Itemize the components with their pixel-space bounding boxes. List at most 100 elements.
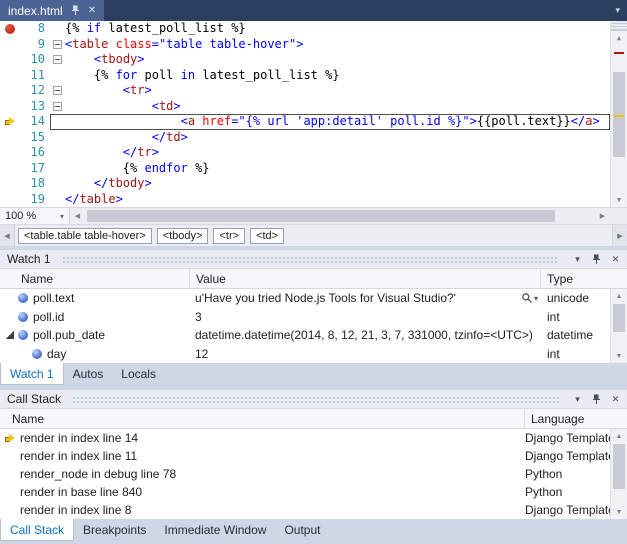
watch-row[interactable]: day12int <box>0 345 627 364</box>
callstack-tab-breakpoints[interactable]: Breakpoints <box>74 519 155 541</box>
document-list-chevron-icon[interactable]: ▾ <box>608 0 627 21</box>
code-line[interactable]: 12 <tr> <box>0 83 610 99</box>
window-menu-chevron-icon[interactable]: ▾ <box>570 254 585 265</box>
glyph-margin[interactable] <box>0 37 20 53</box>
watch-tab-watch-1[interactable]: Watch 1 <box>0 363 64 385</box>
scroll-down-icon[interactable]: ▼ <box>611 193 627 207</box>
close-icon[interactable]: ✕ <box>608 254 623 265</box>
glyph-margin[interactable] <box>0 21 20 37</box>
fold-margin[interactable] <box>50 161 65 177</box>
pin-icon[interactable] <box>589 394 604 405</box>
breadcrumb-item[interactable]: <tr> <box>213 228 245 244</box>
glyph-margin[interactable] <box>0 99 20 115</box>
breadcrumb-right-arrow-icon[interactable]: ▶ <box>612 225 627 246</box>
code-line[interactable]: 10 <tbody> <box>0 52 610 68</box>
fold-collapse-icon[interactable] <box>53 86 62 95</box>
zoom-dropdown-icon[interactable]: ▾ <box>60 212 64 221</box>
callstack-row[interactable]: render in index line 11Django Templates <box>0 447 627 465</box>
breadcrumb-left-arrow-icon[interactable]: ◀ <box>0 225 15 246</box>
scroll-up-icon[interactable]: ▲ <box>611 429 627 443</box>
watch-column-value[interactable]: Value <box>190 269 541 288</box>
callstack-column-language[interactable]: Language <box>525 409 627 428</box>
glyph-margin[interactable] <box>0 161 20 177</box>
glyph-margin[interactable] <box>0 130 20 146</box>
pin-icon[interactable] <box>589 254 604 265</box>
document-tab[interactable]: index.html ✕ <box>0 0 104 21</box>
fold-margin[interactable] <box>50 37 65 53</box>
glyph-margin[interactable] <box>0 192 20 208</box>
watch-tab-autos[interactable]: Autos <box>64 363 113 385</box>
code-editor[interactable]: 8{% if latest_poll_list %}9<table class=… <box>0 21 627 207</box>
splitter-grip[interactable] <box>611 21 627 31</box>
horizontal-scrollbar-thumb[interactable] <box>87 210 555 222</box>
fold-margin[interactable] <box>50 83 65 99</box>
editor-scrollbar-track[interactable] <box>611 45 627 193</box>
zoom-control[interactable]: 100 % ▾ <box>0 208 70 224</box>
code-line[interactable]: 16 </tr> <box>0 145 610 161</box>
fold-collapse-icon[interactable] <box>53 40 62 49</box>
watch-scrollbar[interactable]: ▲ ▼ <box>610 289 627 363</box>
watch-row[interactable]: poll.id3int <box>0 308 627 327</box>
fold-margin[interactable] <box>50 99 65 115</box>
watch-column-type[interactable]: Type <box>541 269 627 288</box>
fold-margin[interactable] <box>50 52 65 68</box>
close-icon[interactable]: ✕ <box>608 394 623 405</box>
editor-vertical-scrollbar[interactable]: ▲ ▼ <box>610 21 627 207</box>
scroll-left-icon[interactable]: ◀ <box>70 208 85 224</box>
glyph-margin[interactable] <box>0 83 20 99</box>
callstack-scrollbar[interactable]: ▲ ▼ <box>610 429 627 519</box>
breadcrumb-item[interactable]: <td> <box>250 228 284 244</box>
callstack-title-bar[interactable]: Call Stack ▾ ✕ <box>0 390 627 409</box>
glyph-margin[interactable] <box>0 145 20 161</box>
callstack-column-name[interactable]: Name <box>0 409 525 428</box>
callstack-row[interactable]: render in index line 14Django Templates <box>0 429 627 447</box>
callstack-tab-call-stack[interactable]: Call Stack <box>0 519 74 541</box>
callstack-scrollbar-thumb[interactable] <box>613 444 625 489</box>
visualizer-dropdown-icon[interactable]: ▾ <box>534 294 538 303</box>
fold-margin[interactable] <box>50 192 65 208</box>
glyph-margin[interactable] <box>0 114 20 130</box>
code-line[interactable]: 15 </td> <box>0 130 610 146</box>
close-icon[interactable]: ✕ <box>88 5 96 16</box>
fold-collapse-icon[interactable] <box>53 102 62 111</box>
glyph-margin[interactable] <box>0 68 20 84</box>
callstack-tab-output[interactable]: Output <box>275 519 329 541</box>
pin-icon[interactable] <box>70 5 81 16</box>
watch-row[interactable]: poll.pub_datedatetime.datetime(2014, 8, … <box>0 326 627 345</box>
fold-margin[interactable] <box>50 145 65 161</box>
code-line[interactable]: 13 <td> <box>0 99 610 115</box>
breadcrumb-item[interactable]: <tbody> <box>157 228 209 244</box>
expander-icon[interactable] <box>4 331 16 339</box>
fold-margin[interactable] <box>50 130 65 146</box>
callstack-tab-immediate-window[interactable]: Immediate Window <box>155 519 275 541</box>
code-line[interactable]: 14 <a href="{% url 'app:detail' poll.id … <box>0 114 610 130</box>
fold-margin[interactable] <box>50 68 65 84</box>
code-line[interactable]: 17 {% endfor %} <box>0 161 610 177</box>
callstack-row[interactable]: render_node in debug line 78Python <box>0 465 627 483</box>
breadcrumb-item[interactable]: <table.table table-hover> <box>18 228 152 244</box>
fold-margin[interactable] <box>50 176 65 192</box>
breakpoint-icon[interactable] <box>5 24 15 34</box>
code-line[interactable]: 8{% if latest_poll_list %} <box>0 21 610 37</box>
magnifier-icon[interactable] <box>521 292 533 304</box>
watch-title-bar[interactable]: Watch 1 ▾ ✕ <box>0 250 627 269</box>
fold-margin[interactable] <box>50 114 65 130</box>
watch-row[interactable]: poll.textu'Have you tried Node.js Tools … <box>0 289 627 308</box>
callstack-row[interactable]: render in base line 840Python <box>0 483 627 501</box>
scroll-down-icon[interactable]: ▼ <box>611 505 627 519</box>
scroll-up-icon[interactable]: ▲ <box>611 289 627 303</box>
window-menu-chevron-icon[interactable]: ▾ <box>570 394 585 405</box>
watch-scrollbar-thumb[interactable] <box>613 304 625 333</box>
editor-horizontal-scrollbar[interactable]: ◀ ▶ <box>70 208 610 224</box>
callstack-scrollbar-track[interactable] <box>611 443 627 505</box>
fold-collapse-icon[interactable] <box>53 55 62 64</box>
fold-margin[interactable] <box>50 21 65 37</box>
code-line[interactable]: 19</table> <box>0 192 610 208</box>
callstack-row[interactable]: render in index line 8Django Templates <box>0 501 627 519</box>
code-line[interactable]: 11 {% for poll in latest_poll_list %} <box>0 68 610 84</box>
scroll-down-icon[interactable]: ▼ <box>611 349 627 363</box>
watch-tab-locals[interactable]: Locals <box>112 363 165 385</box>
scroll-right-icon[interactable]: ▶ <box>595 208 610 224</box>
watch-scrollbar-track[interactable] <box>611 303 627 349</box>
code-line[interactable]: 18 </tbody> <box>0 176 610 192</box>
